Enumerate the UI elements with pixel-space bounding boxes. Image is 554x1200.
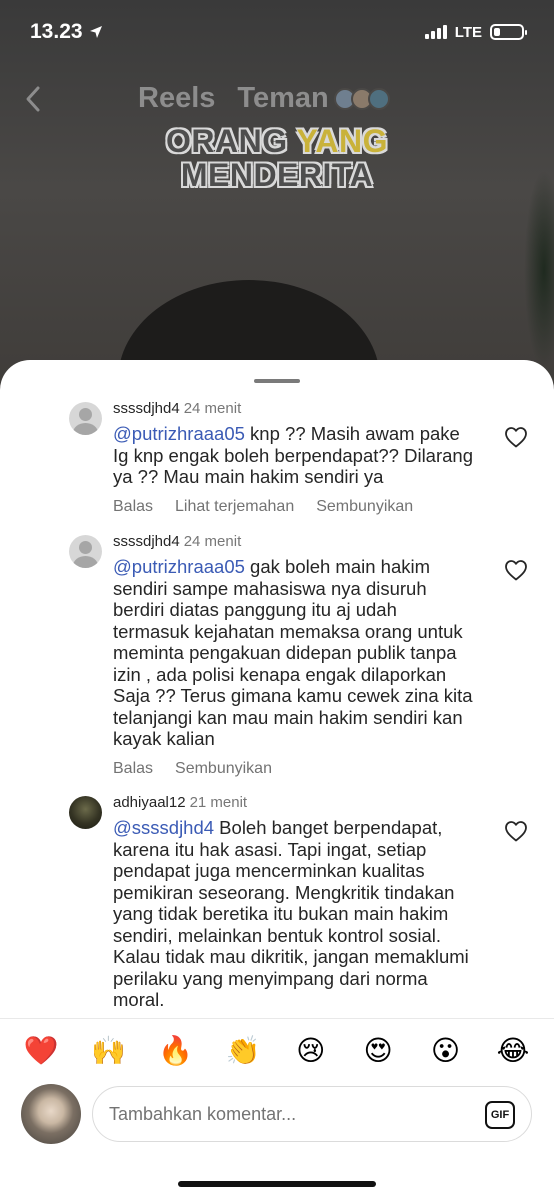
comment-text: @putrizhraaa05 gak boleh main hakim send… [113,556,474,750]
quick-reactions-bar: ❤️ 🙌 🔥 👏 😢 😍 😮 😂 [0,1018,554,1082]
back-chevron-icon[interactable] [22,84,46,114]
avatar[interactable] [69,535,102,568]
friends-avatar-stack [333,87,390,110]
reel-tabs: Reels Teman [138,82,390,115]
like-heart-icon[interactable] [504,820,528,842]
sheet-grabber-handle[interactable] [254,379,300,383]
reaction-laughing-emoji[interactable]: 😂 [494,1034,532,1067]
comment-time: 24 menit [183,533,242,550]
battery-icon [490,24,527,40]
status-time: 13.23 [30,20,103,44]
cellular-signal-icon [424,25,447,39]
comment-input-placeholder: Tambahkan komentar... [109,1103,297,1124]
reaction-heart-eyes-emoji[interactable]: 😍 [359,1034,397,1067]
see-translation-button[interactable]: Lihat terjemahan [175,498,294,518]
caption-line-1: ORANG YANG [0,124,554,158]
hide-button[interactable]: Sembunyikan [316,498,413,518]
avatar[interactable] [69,796,102,829]
comment-actions: Balas Lihat terjemahan Sembunyikan [113,498,474,518]
comment-time: 24 menit [183,400,242,417]
reaction-surprised-emoji[interactable]: 😮 [427,1034,465,1067]
comment-mention-link[interactable]: @ssssdjhd4 [113,817,214,838]
reaction-heart-emoji[interactable]: ❤️ [22,1034,60,1067]
reaction-raised-hands-emoji[interactable]: 🙌 [89,1034,127,1067]
comment-item: ssssdjhd4 24 menit @putrizhraaa05 gak bol… [0,531,554,780]
caption-word-yang: YANG [296,123,388,159]
reel-plant-decoration [524,170,554,370]
reel-header: Reels Teman [0,78,554,122]
comment-composer: Tambahkan komentar... GIF [0,1082,554,1162]
comments-sheet: ssssdjhd4 24 menit @putrizhraaa05 knp ?? … [0,360,554,1200]
reaction-crying-emoji[interactable]: 😢 [292,1034,330,1067]
comment-header: ssssdjhd4 24 menit [113,531,474,553]
tab-reels[interactable]: Reels [138,82,215,115]
reaction-fire-emoji[interactable]: 🔥 [157,1034,195,1067]
gif-button[interactable]: GIF [485,1101,515,1129]
comment-username[interactable]: adhiyaal12 [113,794,186,811]
reel-caption-overlay: ORANG YANG MENDERITA [0,124,554,192]
comment-actions: Balas Sembunyikan [113,760,474,780]
reply-button[interactable]: Balas [113,760,153,780]
comment-input[interactable]: Tambahkan komentar... GIF [92,1086,532,1142]
caption-word-orang: ORANG [166,123,297,159]
comment-username[interactable]: ssssdjhd4 [113,533,180,550]
comment-text: @ssssdjhd4 Boleh banget berpendapat, kar… [113,817,474,1011]
avatar[interactable] [69,402,102,435]
status-bar: 13.23 LTE [0,0,554,64]
comment-item: adhiyaal12 21 menit @ssssdjhd4 Boleh bang… [0,792,554,1011]
reaction-clapping-emoji[interactable]: 👏 [224,1034,262,1067]
comment-time: 21 menit [189,794,248,811]
status-time-text: 13.23 [30,20,83,43]
caption-line-2: MENDERITA [180,157,374,193]
comment-mention-link[interactable]: @putrizhraaa05 [113,423,245,444]
network-type: LTE [454,23,482,41]
gif-label: GIF [490,1109,510,1121]
home-indicator[interactable] [178,1181,376,1187]
comment-header: adhiyaal12 21 menit [113,792,474,814]
comments-list: ssssdjhd4 24 menit @putrizhraaa05 knp ?? … [0,398,554,1018]
comment-body-text: Boleh banget berpendapat, karena itu hak… [113,817,469,1010]
current-user-avatar [21,1084,81,1144]
status-indicators: LTE [424,23,527,41]
comment-body-text: gak boleh main hakim sendiri sampe mahas… [113,556,473,749]
comment-mention-link[interactable]: @putrizhraaa05 [113,556,245,577]
comment-header: ssssdjhd4 24 menit [113,398,474,420]
tab-teman[interactable]: Teman [237,82,328,115]
comment-username[interactable]: ssssdjhd4 [113,400,180,417]
like-heart-icon[interactable] [504,559,528,581]
reply-button[interactable]: Balas [113,498,153,518]
comment-text: @putrizhraaa05 knp ?? Masih awam pake Ig… [113,423,474,488]
location-arrow-icon [89,26,102,38]
comment-item: ssssdjhd4 24 menit @putrizhraaa05 knp ?? … [0,398,554,518]
like-heart-icon[interactable] [504,426,528,448]
hide-button[interactable]: Sembunyikan [175,760,272,780]
